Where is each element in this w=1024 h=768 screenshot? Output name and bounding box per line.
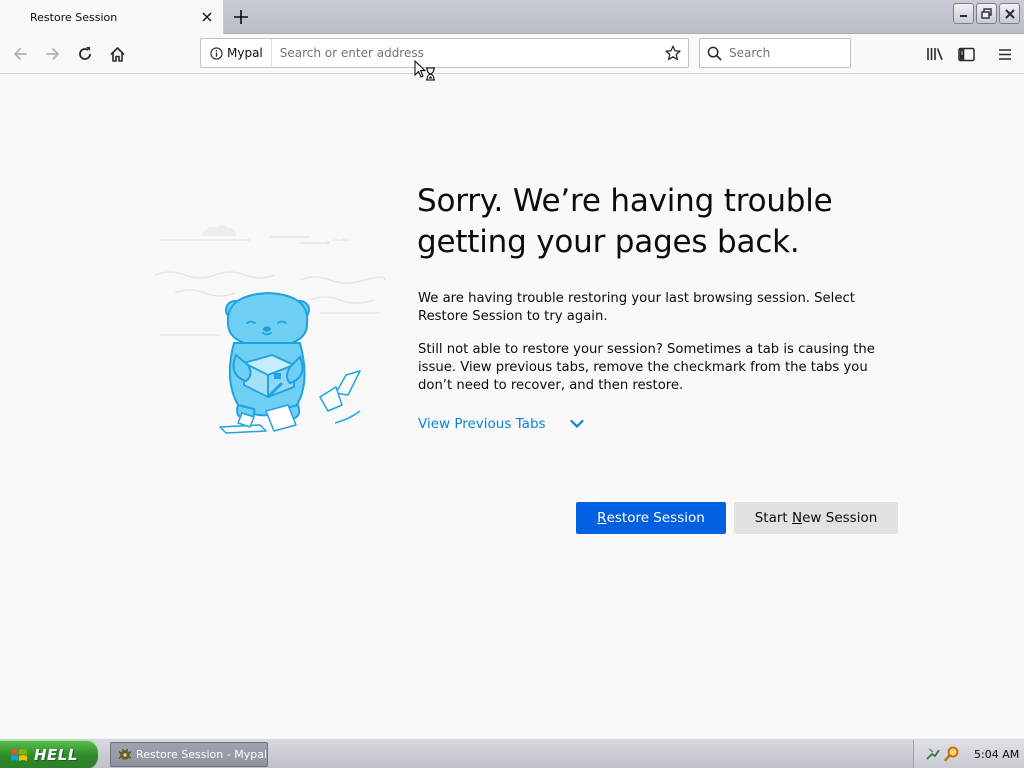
start-new-session-button[interactable]: Start New Session	[734, 502, 898, 534]
chevron-down-icon	[569, 419, 584, 429]
view-previous-tabs-label: View Previous Tabs	[418, 416, 546, 432]
back-button[interactable]	[5, 39, 35, 69]
back-arrow-icon	[14, 48, 27, 60]
home-icon	[109, 46, 125, 62]
taskbar-item-label: Restore Session - Mypal	[136, 748, 267, 761]
star-icon	[665, 45, 681, 61]
reload-button[interactable]	[70, 39, 100, 69]
taskbar: HELL Restore Session - Mypal 5:04 AM	[0, 738, 1024, 768]
menu-button[interactable]	[990, 39, 1020, 69]
plus-icon	[234, 10, 248, 24]
restore-window-icon	[981, 8, 992, 19]
search-tray-icon[interactable]	[944, 746, 960, 762]
reload-icon	[79, 47, 91, 60]
library-icon	[927, 48, 943, 61]
library-button[interactable]	[920, 39, 950, 69]
taskbar-item-mypal[interactable]: Restore Session - Mypal	[110, 742, 268, 767]
identity-label: Mypal	[227, 46, 263, 60]
network-icon[interactable]	[926, 747, 940, 761]
new-session-accesskey: N	[792, 510, 803, 526]
new-tab-button[interactable]	[228, 4, 254, 30]
restore-accesskey: R	[597, 510, 607, 526]
restore-session-button[interactable]: Restore Session	[576, 502, 726, 534]
minimize-button[interactable]	[953, 3, 974, 24]
new-session-label-pre: Start	[754, 510, 792, 526]
search-input[interactable]	[729, 46, 839, 60]
windows-logo-icon	[11, 748, 27, 761]
restore-label-post: estore Session	[606, 510, 705, 526]
close-window-button[interactable]	[999, 3, 1020, 24]
info-icon	[210, 46, 223, 60]
close-icon	[1004, 8, 1015, 19]
start-button[interactable]: HELL	[0, 740, 98, 768]
error-description: We are having trouble restoring your las…	[418, 291, 855, 324]
tab-restore-session[interactable]: Restore Session	[0, 0, 224, 34]
view-previous-tabs-toggle[interactable]: View Previous Tabs	[418, 416, 584, 432]
search-bar[interactable]	[699, 38, 851, 68]
forward-button[interactable]	[38, 39, 68, 69]
tab-close-icon[interactable]	[195, 5, 219, 29]
tab-label: Restore Session	[30, 10, 118, 24]
minimize-icon	[960, 15, 967, 17]
busy-cursor-icon	[414, 60, 435, 81]
navigation-toolbar: Mypal	[0, 34, 1024, 74]
start-label: HELL	[34, 745, 78, 764]
system-tray: 5:04 AM	[913, 740, 1024, 768]
site-identity[interactable]: Mypal	[201, 39, 272, 67]
window-controls	[953, 3, 1020, 24]
page-content: Sorry. We’re having trouble getting your…	[0, 75, 1024, 738]
mypal-app-icon	[119, 748, 132, 760]
forward-arrow-icon	[46, 48, 59, 60]
clock: 5:04 AM	[974, 747, 1020, 761]
confused-bear-illustration	[154, 225, 386, 434]
hamburger-menu-icon	[999, 48, 1011, 60]
bookmark-star-button[interactable]	[658, 39, 688, 67]
search-icon	[707, 46, 722, 61]
url-input[interactable]	[271, 39, 658, 67]
tab-strip: Restore Session	[0, 0, 1024, 34]
sidebar-button[interactable]	[951, 39, 981, 69]
home-button[interactable]	[102, 39, 132, 69]
error-title: Sorry. We’re having trouble getting your…	[417, 183, 833, 260]
url-bar[interactable]: Mypal	[200, 38, 689, 68]
restore-window-button[interactable]	[976, 3, 997, 24]
error-hint: Still not able to restore your session? …	[418, 342, 875, 393]
new-session-label-post: ew Session	[802, 510, 878, 526]
sidebar-icon	[957, 47, 975, 61]
